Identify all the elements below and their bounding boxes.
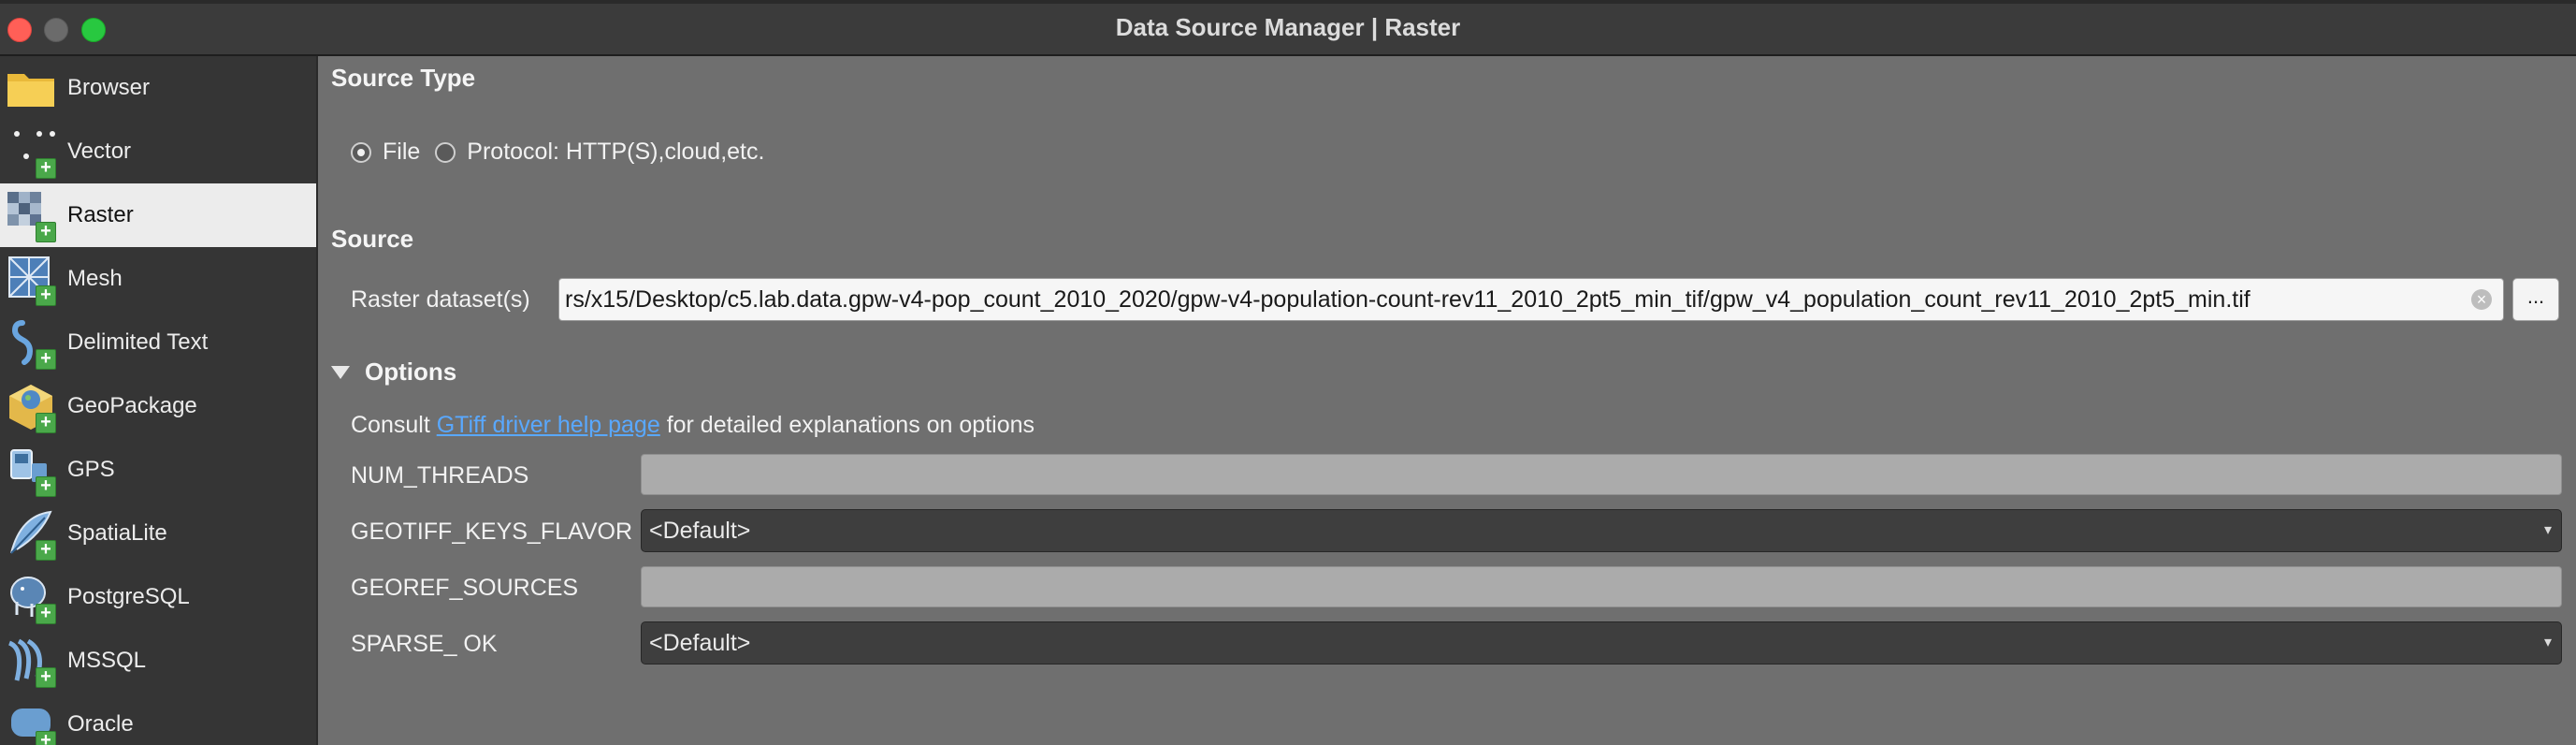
spatialite-feather-icon: + bbox=[4, 506, 58, 561]
geopackage-icon: + bbox=[4, 379, 58, 433]
vector-points-icon: + bbox=[4, 124, 58, 179]
add-badge-icon: + bbox=[36, 285, 56, 306]
sidebar-item-delimited-text[interactable]: + Delimited Text bbox=[0, 311, 316, 374]
raster-dataset-input[interactable]: rs/x15/Desktop/c5.lab.data.gpw-v4-pop_co… bbox=[558, 278, 2504, 321]
sidebar: Browser + Vector + Raster + Mesh + Delim… bbox=[0, 56, 318, 745]
clear-icon[interactable]: × bbox=[2471, 289, 2492, 310]
sidebar-item-label: Browser bbox=[67, 75, 151, 100]
dropdown-arrow-icon: ▾ bbox=[2543, 522, 2552, 538]
georef-sources-input[interactable] bbox=[641, 566, 2562, 607]
geotiff-keys-flavor-select[interactable]: <Default> ▾ bbox=[641, 509, 2562, 552]
consult-help-text: Consult GTiff driver help page for detai… bbox=[351, 412, 1035, 439]
gtiff-driver-help-link[interactable]: GTiff driver help page bbox=[437, 412, 660, 438]
sidebar-item-browser[interactable]: Browser bbox=[0, 56, 316, 120]
add-badge-icon: + bbox=[36, 158, 56, 179]
mesh-icon: + bbox=[4, 252, 58, 306]
sidebar-item-geopackage[interactable]: + GeoPackage bbox=[0, 374, 316, 438]
sidebar-item-label: GPS bbox=[67, 457, 115, 482]
num-threads-input[interactable] bbox=[641, 454, 2562, 495]
sidebar-item-label: PostgreSQL bbox=[67, 584, 190, 609]
dropdown-arrow-icon: ▾ bbox=[2543, 635, 2552, 650]
collapse-triangle-icon bbox=[331, 365, 350, 379]
delimited-text-icon: + bbox=[4, 315, 58, 370]
sidebar-item-spatialite[interactable]: + SpatiaLite bbox=[0, 502, 316, 565]
add-badge-icon: + bbox=[36, 222, 56, 242]
source-type-heading: Source Type bbox=[331, 64, 476, 92]
sidebar-item-label: Raster bbox=[67, 202, 134, 227]
raster-dataset-value: rs/x15/Desktop/c5.lab.data.gpw-v4-pop_co… bbox=[565, 286, 2250, 313]
add-badge-icon: + bbox=[36, 604, 56, 624]
sidebar-item-label: Oracle bbox=[67, 711, 134, 737]
protocol-radio[interactable] bbox=[435, 141, 456, 163]
gps-icon: + bbox=[4, 443, 58, 497]
sidebar-item-label: MSSQL bbox=[67, 648, 147, 673]
add-badge-icon: + bbox=[36, 540, 56, 561]
browse-button[interactable]: ... bbox=[2512, 278, 2559, 321]
source-type-radio-group: File Protocol: HTTP(S),cloud,etc. bbox=[351, 139, 779, 166]
add-badge-icon: + bbox=[36, 349, 56, 370]
raster-source-panel: Source Type File Protocol: HTTP(S),cloud… bbox=[318, 56, 2576, 745]
sidebar-item-mesh[interactable]: + Mesh bbox=[0, 247, 316, 311]
num-threads-label: NUM_THREADS bbox=[351, 462, 529, 489]
sidebar-item-label: Vector bbox=[67, 139, 132, 164]
consult-suffix: for detailed explanations on options bbox=[666, 412, 1035, 438]
georef-sources-label: GEOREF_SOURCES bbox=[351, 575, 579, 601]
file-radio[interactable] bbox=[351, 141, 371, 163]
source-heading: Source bbox=[331, 225, 414, 253]
sidebar-item-mssql[interactable]: + MSSQL bbox=[0, 629, 316, 693]
options-heading: Options bbox=[365, 358, 457, 386]
geotiff-keys-flavor-label: GEOTIFF_KEYS_FLAVOR bbox=[351, 519, 633, 545]
oracle-icon: + bbox=[4, 697, 58, 745]
add-badge-icon: + bbox=[36, 413, 56, 433]
sidebar-item-postgresql[interactable]: + PostgreSQL bbox=[0, 565, 316, 629]
raster-dataset-label: Raster dataset(s) bbox=[351, 286, 530, 313]
sidebar-item-label: Delimited Text bbox=[67, 329, 209, 355]
folder-icon bbox=[4, 61, 58, 115]
menu-strip bbox=[0, 0, 2576, 4]
sparse-ok-value: <Default> bbox=[649, 630, 751, 656]
sidebar-item-vector[interactable]: + Vector bbox=[0, 120, 316, 183]
protocol-radio-label[interactable]: Protocol: HTTP(S),cloud,etc. bbox=[467, 139, 764, 166]
sparse-ok-select[interactable]: <Default> ▾ bbox=[641, 621, 2562, 665]
raster-grid-icon: + bbox=[4, 188, 58, 242]
sidebar-item-oracle[interactable]: + Oracle bbox=[0, 693, 316, 745]
add-badge-icon: + bbox=[36, 731, 56, 745]
postgresql-elephant-icon: + bbox=[4, 570, 58, 624]
window-title: Data Source Manager | Raster bbox=[1115, 13, 1461, 41]
sidebar-item-raster[interactable]: + Raster bbox=[0, 183, 316, 247]
title-bar: Data Source Manager | Raster bbox=[0, 0, 2576, 56]
options-collapsible-header[interactable]: Options bbox=[331, 358, 456, 387]
file-radio-label[interactable]: File bbox=[383, 139, 420, 166]
add-badge-icon: + bbox=[36, 476, 56, 497]
sidebar-item-label: GeoPackage bbox=[67, 393, 197, 418]
consult-prefix: Consult bbox=[351, 412, 430, 438]
sidebar-item-gps[interactable]: + GPS bbox=[0, 438, 316, 502]
sparse-ok-label: SPARSE_ OK bbox=[351, 631, 498, 657]
sidebar-item-label: SpatiaLite bbox=[67, 520, 167, 546]
sidebar-item-label: Mesh bbox=[67, 266, 123, 291]
mssql-icon: + bbox=[4, 634, 58, 688]
add-badge-icon: + bbox=[36, 667, 56, 688]
geotiff-keys-flavor-value: <Default> bbox=[649, 518, 751, 544]
